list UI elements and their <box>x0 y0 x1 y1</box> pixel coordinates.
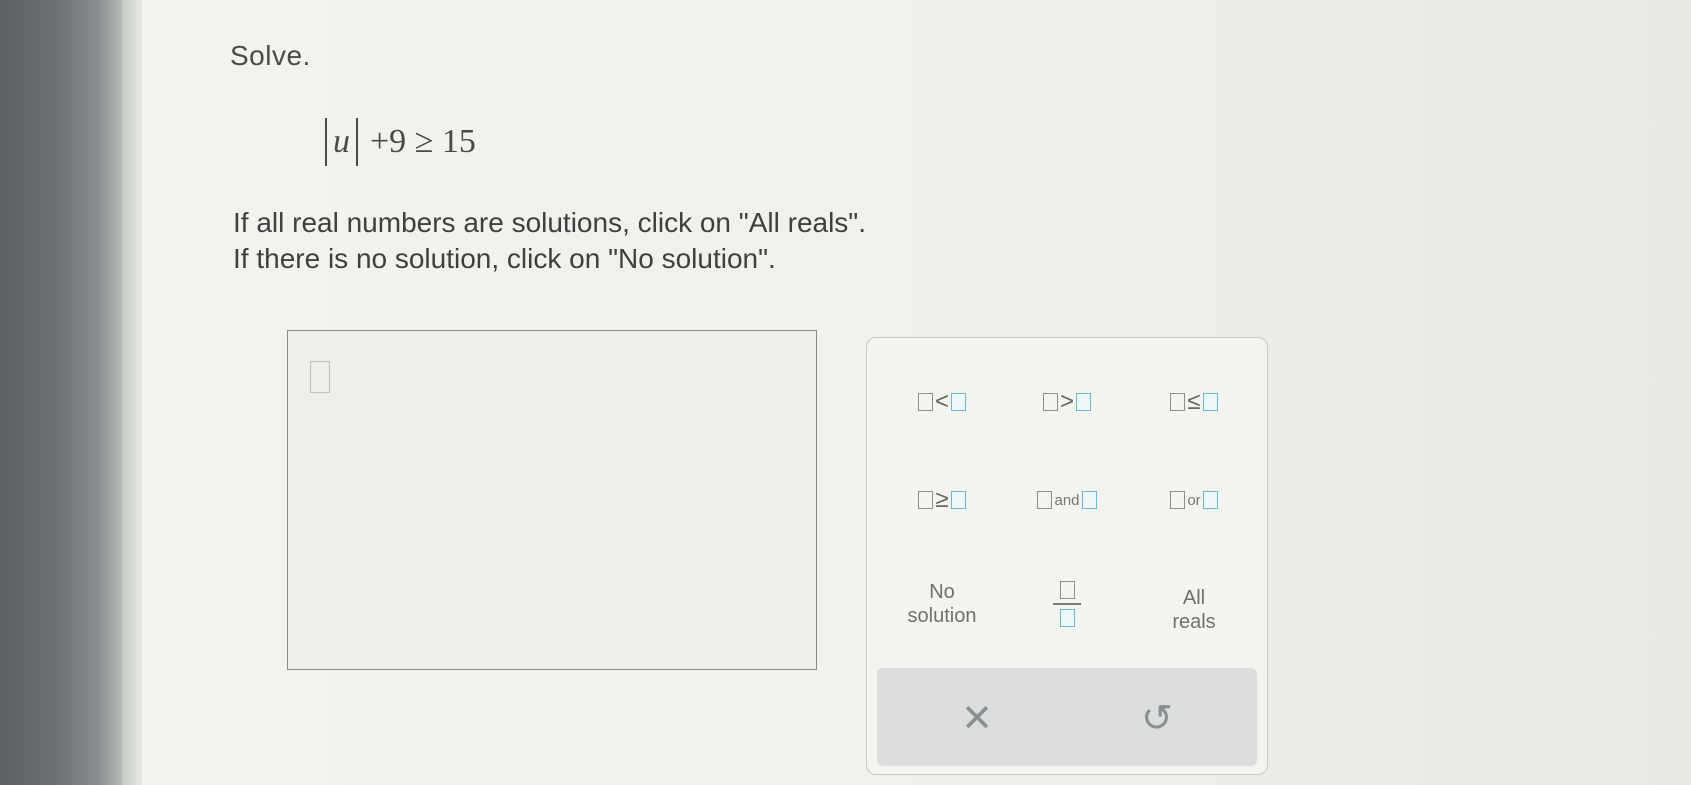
all-reals-label: All reals <box>1172 586 1215 634</box>
placeholder-square <box>1037 491 1053 509</box>
fraction-bar <box>1053 603 1081 605</box>
placeholder-square <box>918 491 934 509</box>
absolute-value: u <box>325 118 358 166</box>
close-icon: ✕ <box>961 697 993 740</box>
placeholder-square-blue <box>1202 491 1218 509</box>
numerator-square <box>1059 581 1075 599</box>
equation-variable: u <box>333 123 350 160</box>
greater-than-symbol: > <box>1059 388 1074 415</box>
instruction-no-solution: If there is no solution, click on "No so… <box>233 243 776 274</box>
greater-than-button[interactable]: > <box>1012 372 1122 432</box>
no-solution-button[interactable]: No solution <box>887 574 997 634</box>
monitor-bezel-edge <box>122 0 142 785</box>
placeholder-square <box>1170 491 1186 509</box>
answer-input-box[interactable] <box>287 330 817 670</box>
or-label: or <box>1187 491 1201 509</box>
placeholder-square-blue <box>951 393 966 411</box>
undo-button[interactable]: ↺ <box>1117 688 1197 748</box>
greater-equal-button[interactable]: ≥ <box>887 470 997 530</box>
undo-icon: ↺ <box>1141 697 1173 740</box>
fraction-button[interactable] <box>1012 574 1122 634</box>
placeholder-square-blue <box>950 491 966 509</box>
placeholder-square <box>1042 393 1058 411</box>
and-label: and <box>1054 491 1080 509</box>
or-button[interactable]: or <box>1139 470 1249 530</box>
placeholder-square-blue <box>1076 393 1091 411</box>
keypad-action-bar: ✕ ↺ <box>877 668 1257 766</box>
problem-heading: Solve. <box>230 40 311 71</box>
math-keypad: < > ≤ ≥ and or No solution All reals ✕ ↺ <box>866 337 1268 775</box>
no-solution-line1: No <box>929 581 955 603</box>
placeholder-square <box>1170 393 1186 411</box>
no-solution-label: No solution <box>908 580 977 628</box>
placeholder-square-blue <box>1081 491 1097 509</box>
placeholder-square <box>917 393 933 411</box>
all-reals-button[interactable]: All reals <box>1139 580 1249 640</box>
less-than-button[interactable]: < <box>887 372 997 432</box>
greater-equal-symbol: ≥ <box>935 486 949 513</box>
no-solution-line2: solution <box>907 605 977 627</box>
placeholder-square-blue <box>1202 393 1218 411</box>
less-equal-button[interactable]: ≤ <box>1139 372 1249 432</box>
monitor-bezel <box>0 0 122 785</box>
equation-rest: +9 ≥ 15 <box>370 123 476 160</box>
all-reals-line2: reals <box>1172 611 1216 633</box>
problem-equation: u +9 ≥ 15 <box>325 118 476 166</box>
fraction-icon <box>1053 581 1081 627</box>
all-reals-line1: All <box>1182 587 1206 609</box>
and-button[interactable]: and <box>1012 470 1122 530</box>
clear-button[interactable]: ✕ <box>937 688 1017 748</box>
denominator-square <box>1059 609 1075 627</box>
less-than-symbol: < <box>934 388 949 415</box>
instruction-all-reals: If all real numbers are solutions, click… <box>233 207 867 238</box>
less-equal-symbol: ≤ <box>1187 388 1201 415</box>
answer-placeholder-slot[interactable] <box>310 361 330 393</box>
